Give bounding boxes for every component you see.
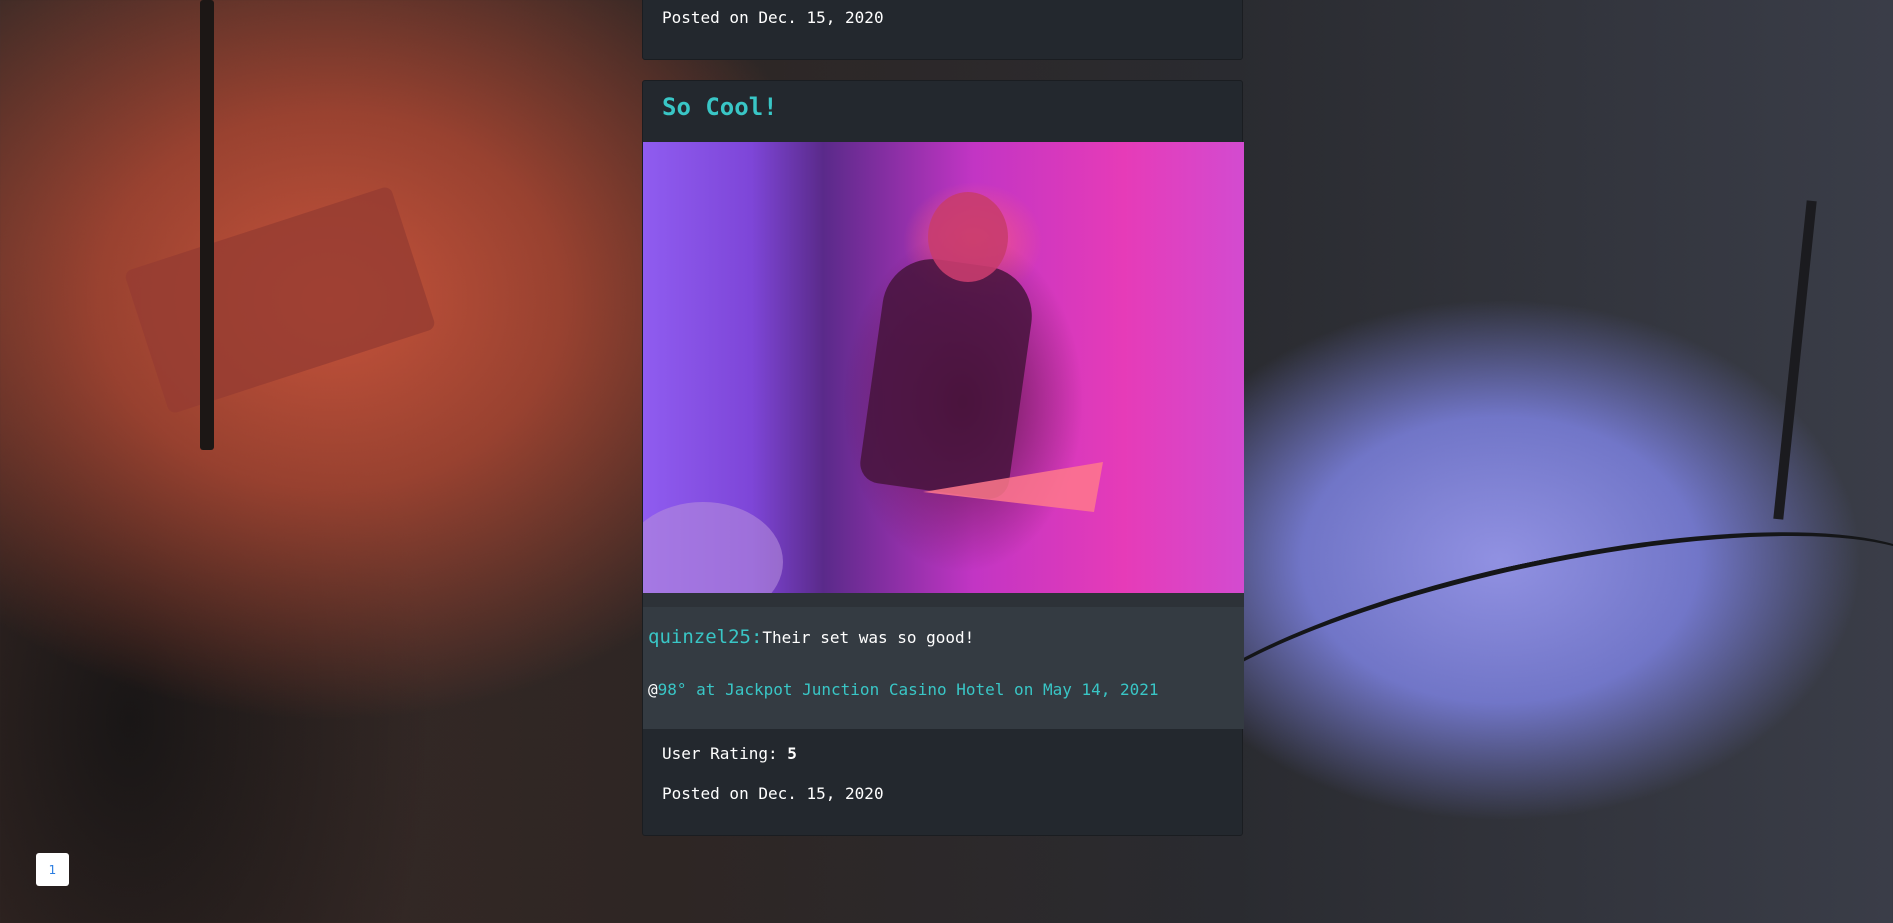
post-photo [643, 142, 1244, 593]
user-rating-line: User Rating: 5 [643, 744, 797, 763]
background-pedalboard [123, 185, 437, 415]
post-feed: Posted on Dec. 15, 2020 So Cool! quinzel… [642, 0, 1244, 836]
posted-label: Posted on [662, 784, 749, 803]
photo-performer-head [928, 192, 1008, 282]
rating-value: 5 [787, 744, 797, 763]
posted-date: Dec. 15, 2020 [758, 784, 884, 803]
event-at-symbol: @ [648, 680, 658, 699]
background-stand [1773, 200, 1817, 520]
pagination-page-button[interactable]: 1 [36, 853, 69, 886]
posted-label: Posted on [662, 8, 749, 27]
background-cable [1137, 479, 1893, 846]
event-link[interactable]: 98° at Jackpot Junction Casino Hotel on … [658, 680, 1159, 699]
posted-date: Dec. 15, 2020 [758, 8, 884, 27]
event-reference: @98° at Jackpot Junction Casino Hotel on… [648, 680, 1159, 699]
rating-label: User Rating: [662, 744, 778, 763]
comment-section: quinzel25:Their set was so good! @98° at… [643, 593, 1244, 729]
comment-username[interactable]: quinzel25: [648, 626, 762, 648]
comment: quinzel25:Their set was so good! [648, 626, 974, 648]
background-mic-stand [200, 0, 214, 450]
photo-drum [643, 502, 783, 593]
post-card: So Cool! quinzel25:Their set was so good… [642, 80, 1244, 836]
comment-text: Their set was so good! [762, 628, 975, 647]
post-title: So Cool! [662, 93, 778, 121]
photo-performer [857, 252, 1039, 502]
post-card-previous: Posted on Dec. 15, 2020 [642, 0, 1243, 60]
posted-date-line: Posted on Dec. 15, 2020 [643, 784, 884, 803]
posted-date-line: Posted on Dec. 15, 2020 [643, 8, 884, 27]
